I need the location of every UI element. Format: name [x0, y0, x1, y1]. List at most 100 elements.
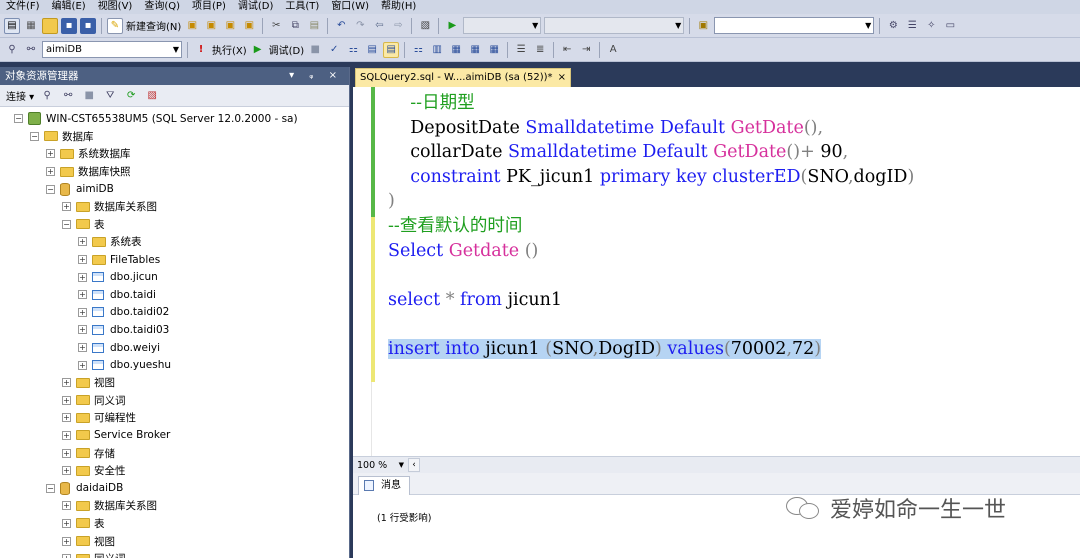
- solution-platform-dropdown[interactable]: ▼: [544, 17, 685, 34]
- expand-icon[interactable]: +: [62, 430, 71, 440]
- tree-node[interactable]: + 表: [0, 515, 349, 533]
- results-to-file-icon[interactable]: ▥: [429, 42, 445, 58]
- stop-icon[interactable]: ■: [81, 88, 97, 104]
- expand-icon[interactable]: +: [62, 448, 71, 458]
- filter-icon[interactable]: ⛛: [102, 88, 118, 104]
- results-to-text-icon[interactable]: ▤: [383, 41, 400, 58]
- mdx-query-icon[interactable]: ▣: [222, 18, 238, 34]
- window-icon[interactable]: ▭: [942, 18, 958, 34]
- expand-icon[interactable]: +: [78, 237, 87, 247]
- menu-item[interactable]: 帮助(H): [375, 0, 422, 14]
- menu-item[interactable]: 查询(Q): [138, 0, 186, 14]
- disconnect-icon[interactable]: ⚯: [60, 88, 76, 104]
- tree-node[interactable]: + 数据库关系图: [0, 198, 349, 216]
- navigate-forward-icon[interactable]: ⇨: [390, 18, 406, 34]
- new-query-button[interactable]: 新建查询(N): [126, 18, 181, 33]
- change-connection-icon[interactable]: ⚯: [23, 42, 39, 58]
- tree-node[interactable]: + dbo.yueshu: [0, 356, 349, 374]
- tree-node[interactable]: + dbo.weiyi: [0, 339, 349, 357]
- expand-icon[interactable]: +: [78, 307, 87, 317]
- uncomment-icon[interactable]: ≣: [532, 42, 548, 58]
- save-all-icon[interactable]: ▪: [80, 17, 96, 34]
- include-actual-plan-icon[interactable]: ▦: [448, 42, 464, 58]
- client-statistics-icon[interactable]: ▦: [467, 42, 483, 58]
- comment-icon[interactable]: ☰: [513, 42, 529, 58]
- connect-object-icon[interactable]: ⚲: [39, 88, 55, 104]
- activity-monitor-icon[interactable]: ▧: [417, 18, 433, 34]
- debug-button[interactable]: 调试(D): [269, 42, 305, 57]
- menu-item[interactable]: 文件(F): [0, 0, 46, 14]
- new-project-icon[interactable]: ▤: [4, 17, 20, 34]
- cancel-query-icon[interactable]: ■: [307, 42, 323, 58]
- tree-node[interactable]: + 可编程性: [0, 409, 349, 427]
- refresh-icon[interactable]: ⟳: [123, 88, 139, 104]
- expand-icon[interactable]: +: [62, 395, 71, 405]
- new-query-icon[interactable]: ✎: [107, 17, 123, 34]
- menu-item[interactable]: 编辑(E): [46, 0, 92, 14]
- copy-icon[interactable]: ⧉: [287, 18, 303, 34]
- expand-icon[interactable]: +: [62, 518, 71, 528]
- specify-values-icon[interactable]: A: [605, 42, 621, 58]
- tree-node[interactable]: + FileTables: [0, 251, 349, 269]
- tree-node[interactable]: + 视图: [0, 532, 349, 550]
- debug-icon[interactable]: ▶: [250, 42, 266, 58]
- scroll-left-button[interactable]: ‹: [408, 458, 420, 472]
- estimated-plan-icon[interactable]: ⚏: [345, 42, 361, 58]
- results-to-grid-icon[interactable]: ⚏: [410, 42, 426, 58]
- menu-item[interactable]: 视图(V): [92, 0, 139, 14]
- tree-node[interactable]: + Service Broker: [0, 427, 349, 445]
- query-designer-icon[interactable]: ▤: [364, 42, 380, 58]
- redo-icon[interactable]: ↷: [352, 18, 368, 34]
- zoom-dropdown[interactable]: 100 % ▼: [353, 458, 408, 473]
- connect-icon[interactable]: ⚲: [4, 42, 20, 58]
- find-box[interactable]: ▼: [714, 17, 875, 34]
- add-item-icon[interactable]: ▦: [23, 18, 39, 34]
- tree-node[interactable]: − 数据库: [0, 128, 349, 146]
- tab-sqlquery2[interactable]: SQLQuery2.sql - W....aimiDB (sa (52))* ×: [355, 68, 571, 87]
- tree-node[interactable]: + dbo.jicun: [0, 268, 349, 286]
- execute-button[interactable]: 执行(X): [212, 42, 247, 57]
- tree-node[interactable]: + 系统数据库: [0, 145, 349, 163]
- tree-node[interactable]: − aimiDB: [0, 180, 349, 198]
- expand-icon[interactable]: +: [78, 272, 87, 282]
- parse-icon[interactable]: ✓: [326, 42, 342, 58]
- expand-icon[interactable]: +: [62, 378, 71, 388]
- collapse-icon[interactable]: −: [14, 114, 23, 124]
- menu-item[interactable]: 项目(P): [186, 0, 232, 14]
- xmla-query-icon[interactable]: ▣: [241, 18, 257, 34]
- database-selector[interactable]: aimiDB ▼: [42, 41, 182, 58]
- undo-icon[interactable]: ↶: [333, 18, 349, 34]
- expand-icon[interactable]: +: [46, 167, 55, 177]
- properties-icon[interactable]: ☰: [904, 18, 920, 34]
- expand-icon[interactable]: +: [62, 413, 71, 423]
- activity-monitor-icon[interactable]: ▧: [144, 88, 160, 104]
- expand-icon[interactable]: +: [62, 536, 71, 546]
- expand-icon[interactable]: +: [62, 554, 71, 558]
- tab-messages[interactable]: 消息: [358, 476, 410, 495]
- find-in-files-icon[interactable]: ▣: [695, 18, 711, 34]
- tree-node[interactable]: + 存储: [0, 444, 349, 462]
- analysis-query-icon[interactable]: ▣: [203, 18, 219, 34]
- navigate-back-icon[interactable]: ⇦: [371, 18, 387, 34]
- panel-window-controls[interactable]: ▾ ᵩ ×: [289, 67, 343, 85]
- expand-icon[interactable]: +: [78, 255, 87, 265]
- tree-node[interactable]: + 系统表: [0, 233, 349, 251]
- tools-icon[interactable]: ✧: [923, 18, 939, 34]
- collapse-icon[interactable]: −: [46, 184, 55, 194]
- object-explorer-icon[interactable]: ⚙: [885, 18, 901, 34]
- close-icon[interactable]: ×: [558, 69, 566, 87]
- expand-icon[interactable]: +: [78, 360, 87, 370]
- cut-icon[interactable]: ✂: [268, 18, 284, 34]
- execute-icon[interactable]: !: [193, 42, 209, 58]
- tree-node[interactable]: + dbo.taidi03: [0, 321, 349, 339]
- db-engine-query-icon[interactable]: ▣: [184, 18, 200, 34]
- collapse-icon[interactable]: −: [62, 219, 71, 229]
- expand-icon[interactable]: +: [46, 149, 55, 159]
- tree-node[interactable]: − WIN-CST65538UM5 (SQL Server 12.0.2000 -…: [0, 110, 349, 128]
- tree-node[interactable]: − daidaiDB: [0, 479, 349, 497]
- start-debug-icon[interactable]: ▶: [444, 18, 460, 34]
- save-icon[interactable]: ▪: [61, 17, 77, 34]
- menu-item[interactable]: 工具(T): [279, 0, 325, 14]
- expand-icon[interactable]: +: [78, 343, 87, 353]
- solution-config-dropdown[interactable]: ▼: [463, 17, 542, 34]
